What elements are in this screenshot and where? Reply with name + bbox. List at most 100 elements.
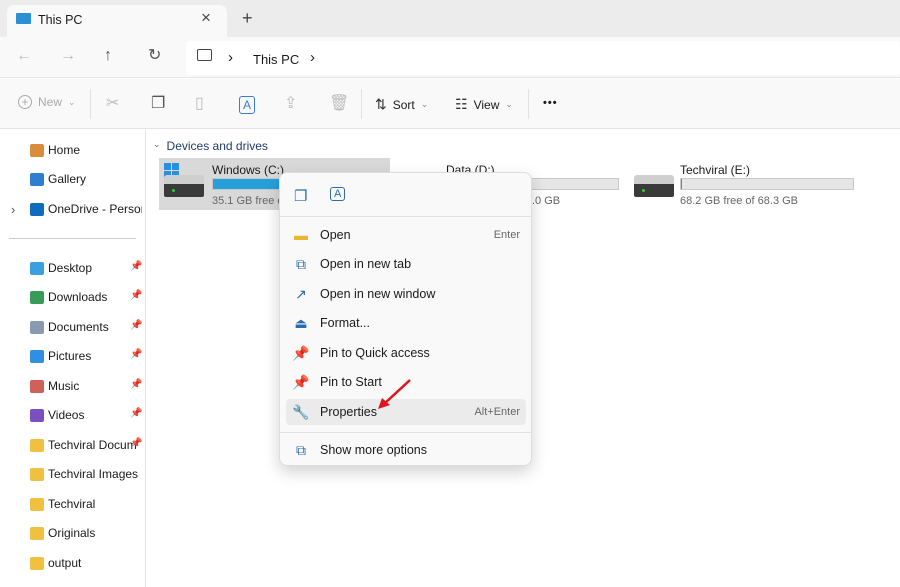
navigation-bar: ← → ↑ ↻ › This PC › bbox=[0, 37, 900, 78]
view-button[interactable]: ☷ View ⌄ bbox=[455, 96, 513, 113]
divider bbox=[361, 89, 362, 119]
close-tab-icon[interactable]: × bbox=[201, 8, 211, 28]
new-tab-button[interactable]: + bbox=[242, 8, 253, 29]
sidebar-item-music[interactable]: Music bbox=[30, 376, 142, 396]
sidebar-item-label: Pictures bbox=[48, 349, 92, 363]
pin-icon[interactable]: 📌 bbox=[130, 290, 142, 301]
sidebar-item-pictures[interactable]: Pictures bbox=[30, 346, 142, 366]
download-icon bbox=[30, 290, 44, 304]
copy-icon[interactable]: ❐ bbox=[151, 96, 165, 112]
view-label: View bbox=[473, 97, 500, 112]
sidebar-item-home[interactable]: Home bbox=[30, 140, 142, 160]
section-header-devices[interactable]: ⌄ Devices and drives bbox=[153, 139, 268, 153]
chevron-down-icon: ⌄ bbox=[153, 139, 161, 149]
copy-icon[interactable]: ❐ bbox=[294, 187, 307, 205]
rename-icon[interactable]: A bbox=[330, 187, 346, 201]
gallery-icon bbox=[30, 172, 44, 186]
menu-item-label: Open in new tab bbox=[320, 257, 412, 271]
sidebar-item-label: Desktop bbox=[48, 261, 93, 275]
sidebar-item-label: Home bbox=[48, 143, 81, 157]
breadcrumb-chevron[interactable]: › bbox=[310, 49, 315, 66]
monitor-icon bbox=[16, 13, 31, 24]
sidebar-item-onedrive-persona[interactable]: OneDrive - Persona bbox=[30, 199, 142, 219]
drive-free-space: 68.2 GB free of 68.3 GB bbox=[680, 195, 799, 207]
sidebar-item-label: output bbox=[48, 556, 82, 570]
breadcrumb-this-pc[interactable]: This PC bbox=[253, 52, 299, 67]
music-icon bbox=[30, 379, 44, 393]
folder-icon bbox=[30, 526, 44, 540]
pin-icon[interactable]: 📌 bbox=[130, 408, 142, 419]
sort-button[interactable]: ⇅ Sort ⌄ bbox=[375, 96, 428, 113]
forward-button[interactable]: → bbox=[60, 48, 76, 64]
sidebar-item-techviral[interactable]: Techviral bbox=[30, 494, 142, 514]
sidebar-item-label: Originals bbox=[48, 526, 96, 540]
more-options-button[interactable]: ••• bbox=[543, 97, 558, 109]
menu-divider bbox=[280, 216, 531, 217]
sidebar-item-label: Techviral bbox=[48, 497, 96, 511]
sidebar-item-downloads[interactable]: Downloads bbox=[30, 287, 142, 307]
menu-divider bbox=[280, 432, 531, 433]
sidebar-item-output[interactable]: output bbox=[30, 553, 142, 573]
section-title: Devices and drives bbox=[166, 139, 268, 153]
annotation-arrow bbox=[378, 379, 411, 409]
pin-icon[interactable]: 📌 bbox=[130, 438, 142, 449]
sort-label: Sort bbox=[392, 97, 415, 112]
sidebar-item-originals[interactable]: Originals bbox=[30, 523, 142, 543]
menu-item-label: Format... bbox=[320, 316, 371, 330]
menu-item-shortcut: Alt+Enter bbox=[474, 406, 520, 418]
rename-icon[interactable]: A bbox=[239, 96, 255, 114]
sidebar-item-techviral-docum[interactable]: Techviral Docum bbox=[30, 435, 142, 455]
drive-name: Windows (C:) bbox=[212, 163, 285, 177]
menu-item-format[interactable]: ⏏ Format... bbox=[286, 310, 526, 336]
sidebar-item-desktop[interactable]: Desktop bbox=[30, 258, 142, 278]
menu-item-open[interactable]: ▬ Open Enter bbox=[286, 222, 526, 248]
menu-item-shortcut: Enter bbox=[493, 229, 520, 241]
plus-circle-icon: + bbox=[18, 95, 32, 109]
new-window-icon: ↗ bbox=[295, 285, 307, 302]
new-button[interactable]: + New ⌄ bbox=[18, 95, 76, 109]
breadcrumb-separator[interactable]: › bbox=[228, 49, 233, 66]
command-bar bbox=[0, 79, 900, 129]
tab-this-pc[interactable]: This PC × bbox=[7, 5, 227, 37]
expand-chevron-icon[interactable]: › bbox=[11, 202, 15, 217]
back-button[interactable]: ← bbox=[16, 48, 32, 64]
new-label: New bbox=[38, 95, 63, 109]
pin-icon[interactable]: 📌 bbox=[130, 349, 142, 360]
sidebar-divider bbox=[9, 238, 136, 239]
refresh-button[interactable]: ↻ bbox=[148, 48, 161, 64]
delete-icon[interactable]: 🗑 bbox=[329, 96, 349, 112]
menu-item-open-in-new-tab[interactable]: ⧉ Open in new tab bbox=[286, 251, 526, 277]
paste-icon[interactable]: ▯ bbox=[195, 96, 204, 112]
menu-item-pin-to-quick-access[interactable]: 📌 Pin to Quick access bbox=[286, 340, 526, 366]
drive-icon bbox=[634, 175, 674, 197]
divider bbox=[528, 89, 529, 119]
sidebar-item-techviral-images[interactable]: Techviral Images bbox=[30, 464, 142, 484]
menu-item-label: Pin to Start bbox=[320, 375, 382, 389]
menu-item-open-in-new-window[interactable]: ↗ Open in new window bbox=[286, 281, 526, 307]
share-icon[interactable]: ⇪ bbox=[284, 96, 297, 112]
desktop-icon bbox=[30, 261, 44, 275]
menu-item-show-more-options[interactable]: ⧉ Show more options bbox=[286, 437, 526, 463]
cut-icon[interactable]: ✂ bbox=[106, 96, 119, 112]
address-bar[interactable]: › This PC › bbox=[186, 41, 900, 75]
sidebar-item-documents[interactable]: Documents bbox=[30, 317, 142, 337]
chevron-down-icon: ⌄ bbox=[68, 96, 76, 107]
sidebar-item-gallery[interactable]: Gallery bbox=[30, 169, 142, 189]
home-icon bbox=[30, 143, 44, 157]
folder-icon bbox=[30, 556, 44, 570]
drive-techviral-e[interactable]: Techviral (E:) 68.2 GB free of 68.3 GB bbox=[630, 158, 860, 210]
menu-item-label: Show more options bbox=[320, 443, 428, 457]
pin-icon[interactable]: 📌 bbox=[130, 261, 142, 272]
sidebar-item-label: Techviral Docum bbox=[48, 438, 137, 452]
sidebar-item-label: Gallery bbox=[48, 172, 87, 186]
drive-name: Techviral (E:) bbox=[680, 163, 751, 177]
pin-icon: 📌 bbox=[292, 344, 310, 361]
wrench-icon: 🔧 bbox=[292, 403, 310, 420]
pin-icon[interactable]: 📌 bbox=[130, 320, 142, 331]
computer-icon bbox=[197, 49, 212, 61]
up-button[interactable]: ↑ bbox=[104, 48, 112, 64]
sidebar-item-label: Music bbox=[48, 379, 80, 393]
sidebar-item-videos[interactable]: Videos bbox=[30, 405, 142, 425]
drive-usage-bar bbox=[680, 178, 854, 190]
pin-icon[interactable]: 📌 bbox=[130, 379, 142, 390]
